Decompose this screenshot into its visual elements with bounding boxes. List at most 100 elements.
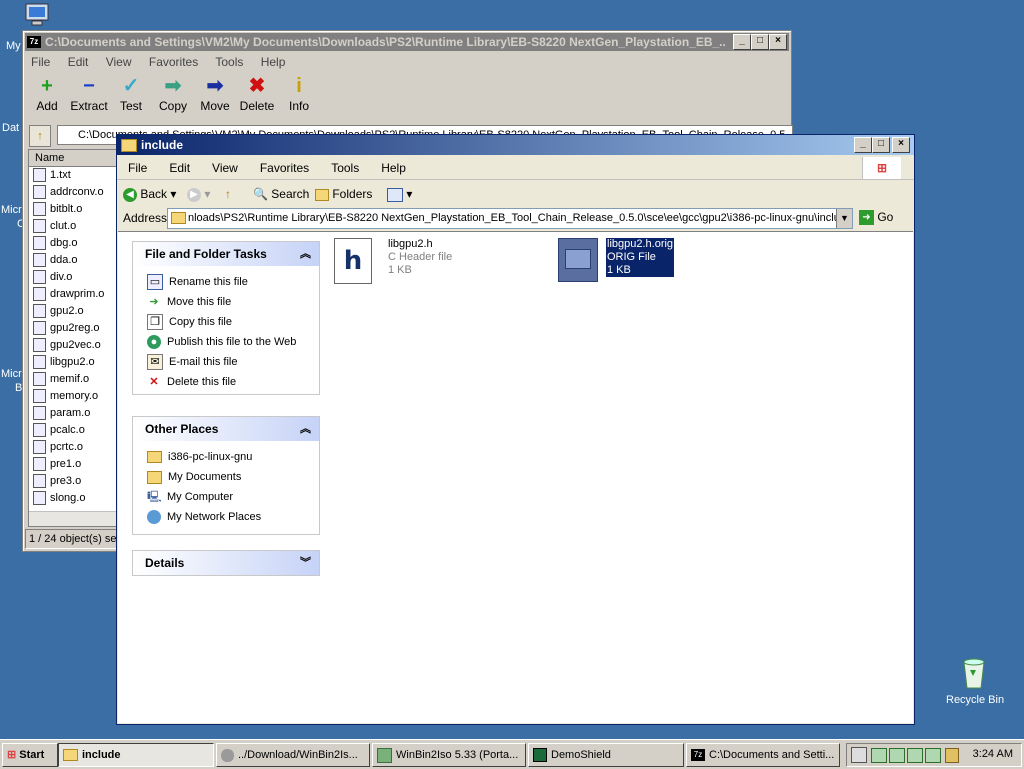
volume-icon[interactable] [945, 748, 959, 763]
menu-favorites[interactable]: Favorites [260, 161, 309, 175]
menu-view[interactable]: View [106, 55, 132, 69]
menu-file[interactable]: File [128, 161, 147, 175]
network-icon[interactable] [907, 748, 923, 763]
list-item[interactable]: gpu2vec.o [29, 337, 119, 354]
start-button[interactable]: ⊞ Start [2, 743, 58, 767]
list-item[interactable]: pre1.o [29, 456, 119, 473]
test-button[interactable]: ✓ Test [117, 75, 145, 113]
views-button[interactable]: ▾ [387, 181, 412, 207]
menu-view[interactable]: View [212, 161, 238, 175]
folders-button[interactable]: Folders [315, 181, 372, 207]
info-button[interactable]: i Info [287, 75, 311, 113]
c-header-file-icon: h [334, 238, 372, 284]
menu-file[interactable]: File [31, 55, 50, 69]
menu-tools[interactable]: Tools [331, 161, 359, 175]
task-publish[interactable]: ● Publish this file to the Web [133, 332, 319, 352]
add-button[interactable]: + Add [35, 75, 59, 113]
place-my-computer[interactable]: 🖳 My Computer [133, 487, 319, 507]
forward-button[interactable]: ▶ ▾ [187, 181, 210, 207]
file-name: pcrtc.o [50, 441, 84, 453]
list-item[interactable]: dbg.o [29, 235, 119, 252]
copy-button[interactable]: ➡ Copy [157, 75, 189, 113]
file-item-selected[interactable]: libgpu2.h.orig ORIG File 1 KB [558, 238, 738, 288]
minimize-button[interactable]: _ [854, 137, 872, 153]
list-item[interactable]: bitblt.o [29, 201, 119, 218]
collapse-chevron-icon[interactable]: ︽ [300, 417, 311, 441]
menu-edit[interactable]: Edit [68, 55, 89, 69]
list-item[interactable]: pcrtc.o [29, 439, 119, 456]
column-header-name[interactable]: Name [29, 150, 119, 167]
taskbar-button-7zip[interactable]: 7z C:\Documents and Setti... [686, 743, 840, 767]
menu-edit[interactable]: Edit [169, 161, 190, 175]
7zip-title-bar[interactable]: 7z C:\Documents and Settings\VM2\My Docum… [25, 33, 789, 51]
close-button[interactable]: × [769, 34, 787, 50]
maximize-button[interactable]: □ [872, 137, 890, 153]
list-item[interactable]: div.o [29, 269, 119, 286]
task-delete[interactable]: ✕ Delete this file [133, 372, 319, 392]
list-item[interactable]: 1.txt [29, 167, 119, 184]
list-item[interactable]: dda.o [29, 252, 119, 269]
file-item[interactable]: h libgpu2.h C Header file 1 KB [334, 238, 514, 288]
address-dropdown-button[interactable]: ▼ [836, 209, 852, 228]
delete-button[interactable]: ✖ Delete [239, 75, 275, 113]
back-button[interactable]: ◀ Back ▾ [123, 181, 176, 207]
explorer-content[interactable]: File and Folder Tasks ︽ ▭ Rename this file… [118, 231, 913, 723]
up-folder-icon[interactable]: ↑ [225, 181, 231, 207]
menu-help[interactable]: Help [381, 161, 406, 175]
network-icon[interactable] [889, 748, 905, 763]
place-my-network[interactable]: My Network Places [133, 507, 319, 527]
list-item[interactable]: pre3.o [29, 473, 119, 490]
place-my-documents[interactable]: My Documents [133, 467, 319, 487]
network-icon[interactable] [925, 748, 941, 763]
recycle-bin-icon[interactable] [958, 656, 990, 690]
network-icon[interactable] [871, 748, 887, 763]
list-item[interactable]: pcalc.o [29, 422, 119, 439]
taskbar-button-include[interactable]: include [58, 743, 214, 767]
go-button[interactable]: ➜ Go [859, 210, 893, 226]
list-item[interactable]: addrconv.o [29, 184, 119, 201]
minimize-button[interactable]: _ [733, 34, 751, 50]
menu-help[interactable]: Help [261, 55, 286, 69]
taskbar-button-demoshield[interactable]: DemoShield [528, 743, 684, 767]
expand-chevron-icon[interactable]: ︾ [300, 551, 311, 575]
horizontal-scrollbar[interactable] [29, 511, 119, 526]
list-item[interactable]: gpu2reg.o [29, 320, 119, 337]
taskbar-button-winbin2iso[interactable]: WinBin2Iso 5.33 (Porta... [372, 743, 526, 767]
list-item[interactable]: gpu2.o [29, 303, 119, 320]
search-button[interactable]: 🔍 Search [253, 181, 309, 207]
clock[interactable]: 3:24 AM [973, 748, 1013, 760]
maximize-button[interactable]: □ [751, 34, 769, 50]
my-computer-icon[interactable] [22, 2, 54, 28]
list-item[interactable]: memory.o [29, 388, 119, 405]
task-rename[interactable]: ▭ Rename this file [133, 272, 319, 292]
7zip-file-list[interactable]: Name 1.txt addrconv.o bitblt.o clut.o dbg.o d… [28, 149, 120, 527]
task-copy[interactable]: ❐ Copy this file [133, 312, 319, 332]
list-item[interactable]: slong.o [29, 490, 119, 507]
address-field[interactable]: nloads\PS2\Runtime Library\EB-S8220 Next… [167, 208, 853, 229]
recycle-bin-label[interactable]: Recycle Bin [946, 694, 1004, 706]
details-header[interactable]: Details ︾ [133, 551, 319, 575]
list-item[interactable]: drawprim.o [29, 286, 119, 303]
menu-tools[interactable]: Tools [215, 55, 243, 69]
task-move[interactable]: ➜ Move this file [133, 292, 319, 312]
close-button[interactable]: × [892, 137, 910, 153]
taskbar-button-winbin2iso-folder[interactable]: ../Download/WinBin2Is... [216, 743, 370, 767]
list-item[interactable]: libgpu2.o [29, 354, 119, 371]
explorer-window[interactable]: include _ □ × File Edit View Favorites Tools… [116, 134, 915, 725]
list-item[interactable]: clut.o [29, 218, 119, 235]
desktop-label-dat[interactable]: Dat [2, 122, 19, 134]
collapse-chevron-icon[interactable]: ︽ [300, 242, 311, 266]
keyboard-icon[interactable] [851, 747, 867, 763]
other-places-header[interactable]: Other Places ︽ [133, 417, 319, 441]
place-i386[interactable]: i386-pc-linux-gnu [133, 447, 319, 467]
list-item[interactable]: memif.o [29, 371, 119, 388]
move-button[interactable]: ➡ Move [199, 75, 231, 113]
task-email[interactable]: ✉ E-mail this file [133, 352, 319, 372]
file-tasks-header[interactable]: File and Folder Tasks ︽ [133, 242, 319, 266]
menu-favorites[interactable]: Favorites [149, 55, 198, 69]
explorer-title-bar[interactable]: include _ □ × [117, 135, 914, 155]
list-item[interactable]: param.o [29, 405, 119, 422]
extract-button[interactable]: − Extract [69, 75, 109, 113]
desktop-label-my[interactable]: My [6, 40, 21, 52]
up-folder-button[interactable]: ↑ [29, 125, 51, 147]
